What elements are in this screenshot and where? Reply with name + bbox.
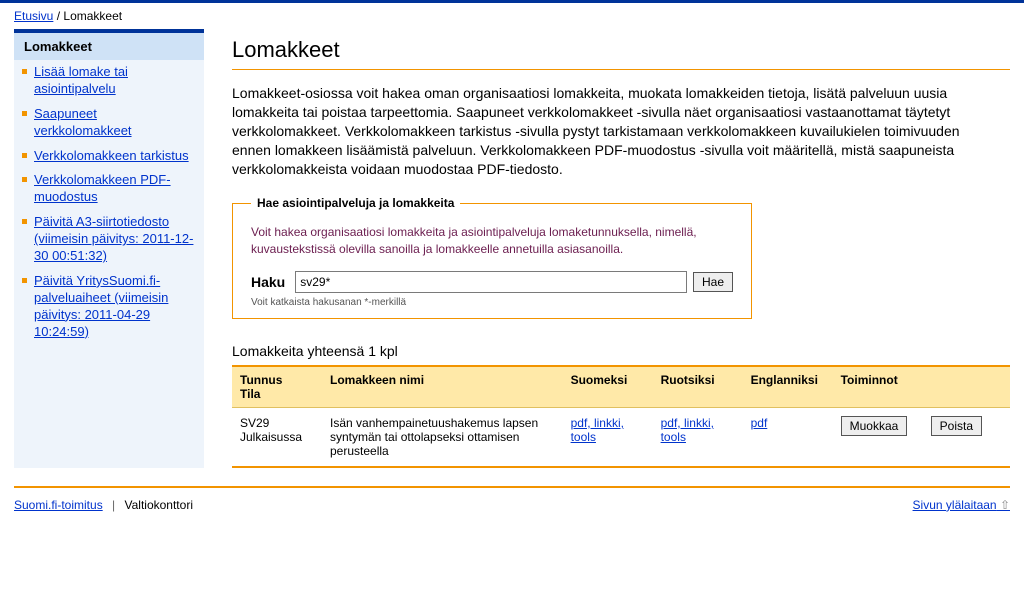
results-table: Tunnus Tila Lomakkeen nimi Suomeksi Ruot… <box>232 365 1010 468</box>
th-status: Tila <box>240 387 260 401</box>
page-title: Lomakkeet <box>232 37 1010 63</box>
th-actions: Toiminnot <box>833 366 1010 408</box>
sidebar: Lomakkeet Lisää lomake tai asiointipalve… <box>14 29 204 468</box>
cell-name: Isän vanhempainetuushakemus lapsen synty… <box>322 407 563 467</box>
breadcrumb-home-link[interactable]: Etusivu <box>14 9 53 23</box>
delete-button[interactable]: Poista <box>931 416 982 436</box>
search-input[interactable] <box>295 271 687 293</box>
search-label: Haku <box>251 274 285 290</box>
cell-id: SV29 <box>240 416 269 430</box>
sidebar-item-received[interactable]: Saapuneet verkkolomakkeet <box>34 106 132 138</box>
search-button[interactable]: Hae <box>693 272 733 292</box>
cell-sv-link[interactable]: pdf, linkki, tools <box>661 416 714 444</box>
cell-en-link[interactable]: pdf <box>751 416 768 430</box>
breadcrumb-current: Lomakkeet <box>63 9 122 23</box>
th-name: Lomakkeen nimi <box>322 366 563 408</box>
back-to-top-link[interactable]: Sivun ylälaitaan <box>913 498 1010 512</box>
cell-fi-link[interactable]: pdf, linkki, tools <box>571 416 624 444</box>
footer-editorial-link[interactable]: Suomi.fi-toimitus <box>14 498 103 512</box>
sidebar-item-pdf[interactable]: Verkkolomakkeen PDF-muodostus <box>34 172 171 204</box>
breadcrumb: Etusivu / Lomakkeet <box>0 3 1024 29</box>
edit-button[interactable]: Muokkaa <box>841 416 908 436</box>
sidebar-list: Lisää lomake tai asiointipalvelu Saapune… <box>14 60 204 344</box>
results-count: Lomakkeita yhteensä 1 kpl <box>232 343 1010 359</box>
table-header-row: Tunnus Tila Lomakkeen nimi Suomeksi Ruot… <box>232 366 1010 408</box>
search-fieldset: Hae asiointipalveluja ja lomakkeita Voit… <box>232 196 752 318</box>
th-id: Tunnus <box>240 373 282 387</box>
sidebar-item-a3[interactable]: Päivitä A3-siirtotiedosto (viimeisin päi… <box>34 214 193 263</box>
main-content: Lomakkeet Lomakkeet-osiossa voit hakea o… <box>232 29 1010 468</box>
th-sv: Ruotsiksi <box>653 366 743 408</box>
search-description: Voit hakea organisaatiosi lomakkeita ja … <box>251 224 733 256</box>
footer: Suomi.fi-toimitus | Valtiokonttori Sivun… <box>0 494 1024 526</box>
footer-org: Valtiokonttori <box>125 498 193 512</box>
sidebar-item-check[interactable]: Verkkolomakkeen tarkistus <box>34 148 189 163</box>
th-fi: Suomeksi <box>563 366 653 408</box>
title-underline <box>232 69 1010 70</box>
sidebar-item-yrityssuomi[interactable]: Päivitä YritysSuomi.fi-palveluaiheet (vi… <box>34 273 168 339</box>
search-hint: Voit katkaista hakusanan *-merkillä <box>251 297 733 308</box>
breadcrumb-sep: / <box>57 9 60 23</box>
table-row: SV29 Julkaisussa Isän vanhempainetuushak… <box>232 407 1010 467</box>
footer-sep: | <box>106 498 121 512</box>
footer-rule <box>14 486 1010 488</box>
cell-status: Julkaisussa <box>240 430 302 444</box>
search-legend: Hae asiointipalveluja ja lomakkeita <box>251 196 460 210</box>
sidebar-item-add-form[interactable]: Lisää lomake tai asiointipalvelu <box>34 64 128 96</box>
th-en: Englanniksi <box>743 366 833 408</box>
sidebar-heading: Lomakkeet <box>14 33 204 60</box>
intro-text: Lomakkeet-osiossa voit hakea oman organi… <box>232 84 1002 178</box>
